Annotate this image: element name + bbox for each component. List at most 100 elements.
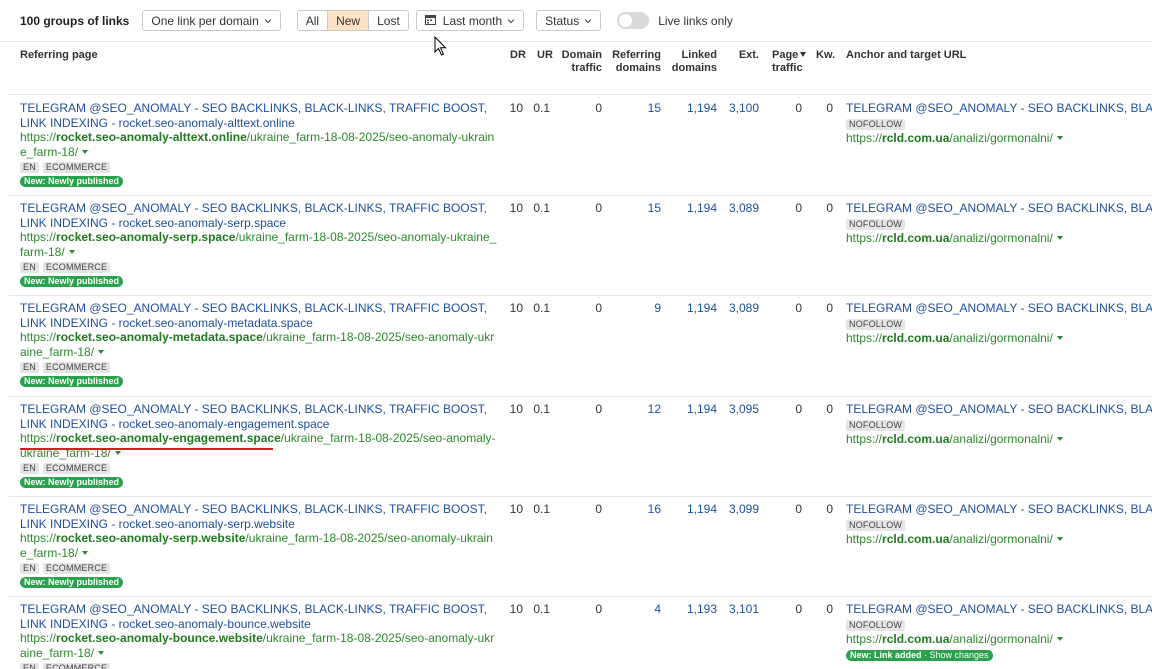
ur-value: 0.1 [533, 301, 550, 315]
nofollow-tag: NOFOLLOW [846, 619, 906, 631]
referring-domains-value[interactable]: 4 [608, 602, 661, 617]
kw-value: 0 [826, 201, 833, 215]
url-menu-caret-icon[interactable] [68, 249, 75, 254]
anchor-cell: TELEGRAM @SEO_ANOMALY - SEO BACKLINKS, B… [846, 402, 1152, 447]
target-prefix: https:// [846, 432, 883, 446]
kw-value: 0 [826, 301, 833, 315]
ext-value[interactable]: 3,089 [722, 301, 759, 316]
url-domain: rocket.seo-anomaly-serp.website [56, 531, 246, 545]
anchor-text-link[interactable]: TELEGRAM @SEO_ANOMALY - SEO BACKLINKS, B… [846, 201, 1152, 216]
grouping-dropdown[interactable]: One link per domain [142, 10, 281, 31]
category-tag: ECOMMERCE [42, 262, 111, 273]
filter-lost-button[interactable]: Lost [369, 11, 408, 30]
target-menu-caret-icon[interactable] [1056, 637, 1063, 641]
dr-value: 10 [509, 301, 523, 315]
anchor-text-link[interactable]: TELEGRAM @SEO_ANOMALY - SEO BACKLINKS, B… [846, 301, 1152, 316]
linked-domains-value[interactable]: 1,193 [668, 602, 717, 617]
target-url-link[interactable]: https://rcld.com.ua/analizi/gormonalni/ [846, 632, 1152, 647]
referring-page-title-link[interactable]: TELEGRAM @SEO_ANOMALY - SEO BACKLINKS, B… [20, 201, 498, 230]
anchor-cell: TELEGRAM @SEO_ANOMALY - SEO BACKLINKS, B… [846, 201, 1152, 246]
target-url-link[interactable]: https://rcld.com.ua/analizi/gormonalni/ [846, 331, 1152, 346]
referring-domains-value[interactable]: 16 [608, 502, 661, 517]
target-menu-caret-icon[interactable] [1056, 336, 1063, 340]
col-referring-page[interactable]: Referring page [20, 49, 98, 62]
referring-page-title-link[interactable]: TELEGRAM @SEO_ANOMALY - SEO BACKLINKS, B… [20, 101, 498, 130]
url-menu-caret-icon[interactable] [82, 149, 89, 154]
anchor-text-link[interactable]: TELEGRAM @SEO_ANOMALY - SEO BACKLINKS, B… [846, 101, 1152, 116]
ext-value[interactable]: 3,099 [722, 502, 759, 517]
status-dropdown[interactable]: Status [536, 10, 602, 31]
kw-value: 0 [826, 502, 833, 516]
url-menu-caret-icon[interactable] [98, 650, 105, 655]
url-domain: rocket.seo-anomaly-alttext.online [56, 130, 247, 144]
referring-page-url-link[interactable]: https://rocket.seo-anomaly-bounce.websit… [20, 631, 498, 660]
domain-traffic-value: 0 [595, 301, 602, 315]
anchor-text-link[interactable]: TELEGRAM @SEO_ANOMALY - SEO BACKLINKS, B… [846, 602, 1152, 617]
referring-page-cell: TELEGRAM @SEO_ANOMALY - SEO BACKLINKS, B… [20, 602, 498, 669]
referring-domains-value[interactable]: 15 [608, 201, 661, 216]
col-ur[interactable]: UR [537, 49, 553, 62]
target-menu-caret-icon[interactable] [1056, 437, 1063, 441]
target-menu-caret-icon[interactable] [1056, 136, 1063, 140]
target-menu-caret-icon[interactable] [1056, 537, 1063, 541]
page-traffic-value: 0 [795, 502, 802, 516]
linked-domains-value[interactable]: 1,194 [668, 301, 717, 316]
anchor-text-link[interactable]: TELEGRAM @SEO_ANOMALY - SEO BACKLINKS, B… [846, 402, 1152, 417]
target-url-link[interactable]: https://rcld.com.ua/analizi/gormonalni/ [846, 432, 1152, 447]
tags: EN ECOMMERCE [20, 563, 498, 574]
col-anchor[interactable]: Anchor and target URL [846, 49, 966, 62]
anchor-text-link[interactable]: TELEGRAM @SEO_ANOMALY - SEO BACKLINKS, B… [846, 502, 1152, 517]
col-referring-domains[interactable]: Referring domains [608, 49, 661, 75]
ext-value[interactable]: 3,100 [722, 101, 759, 116]
filter-new-button[interactable]: New [328, 11, 370, 30]
col-dr[interactable]: DR [510, 49, 526, 62]
referring-page-url-link[interactable]: https://rocket.seo-anomaly-serp.space/uk… [20, 230, 498, 259]
linked-domains-value[interactable]: 1,194 [668, 402, 717, 417]
dr-value: 10 [509, 201, 523, 215]
ext-value[interactable]: 3,089 [722, 201, 759, 216]
referring-page-url-link[interactable]: https://rocket.seo-anomaly-metadata.spac… [20, 330, 498, 359]
target-menu-caret-icon[interactable] [1056, 236, 1063, 240]
referring-domains-value[interactable]: 12 [608, 402, 661, 417]
page-traffic-value: 0 [795, 301, 802, 315]
linked-domains-value[interactable]: 1,194 [668, 101, 717, 116]
target-url-link[interactable]: https://rcld.com.ua/analizi/gormonalni/ [846, 532, 1152, 547]
col-linked-domains[interactable]: Linked domains [668, 49, 717, 75]
status-badge: New: Newly published [20, 376, 124, 387]
col-page-traffic[interactable]: Page traffic [772, 49, 816, 75]
target-url-link[interactable]: https://rcld.com.ua/analizi/gormonalni/ [846, 231, 1152, 246]
language-tag: EN [20, 563, 39, 574]
referring-page-title-link[interactable]: TELEGRAM @SEO_ANOMALY - SEO BACKLINKS, B… [20, 402, 498, 431]
chevron-down-icon [584, 17, 592, 25]
url-menu-caret-icon[interactable] [82, 550, 89, 555]
linked-domains-value[interactable]: 1,194 [668, 201, 717, 216]
col-ext[interactable]: Ext. [730, 49, 759, 62]
anchor-cell: TELEGRAM @SEO_ANOMALY - SEO BACKLINKS, B… [846, 602, 1152, 661]
link-added-badge[interactable]: New: Link added · Show changes [846, 649, 993, 661]
referring-domains-value[interactable]: 15 [608, 101, 661, 116]
period-label: Last month [442, 13, 503, 28]
url-menu-caret-icon[interactable] [98, 349, 105, 354]
col-kw[interactable]: Kw. [816, 49, 835, 62]
target-url-link[interactable]: https://rcld.com.ua/analizi/gormonalni/ [846, 131, 1152, 146]
url-menu-caret-icon[interactable] [114, 450, 121, 455]
col-domain-traffic-line1: Domain [561, 49, 602, 61]
filter-all-button[interactable]: All [298, 11, 329, 30]
show-changes-link[interactable]: · Show changes [922, 650, 989, 660]
col-domain-traffic[interactable]: Domain traffic [556, 49, 602, 75]
referring-page-title-link[interactable]: TELEGRAM @SEO_ANOMALY - SEO BACKLINKS, B… [20, 602, 498, 631]
referring-page-url-link[interactable]: https://rocket.seo-anomaly-engagement.sp… [20, 431, 498, 460]
referring-page-title-link[interactable]: TELEGRAM @SEO_ANOMALY - SEO BACKLINKS, B… [20, 502, 498, 531]
target-domain: rcld.com.ua [882, 231, 950, 245]
referring-page-url-link[interactable]: https://rocket.seo-anomaly-alttext.onlin… [20, 130, 498, 159]
period-dropdown[interactable]: Last month [415, 10, 525, 31]
tags: EN ECOMMERCE [20, 162, 498, 173]
live-links-toggle[interactable] [617, 12, 650, 29]
ext-value[interactable]: 3,101 [722, 602, 759, 617]
referring-domains-value[interactable]: 9 [608, 301, 661, 316]
linked-domains-value[interactable]: 1,194 [668, 502, 717, 517]
referring-page-url-link[interactable]: https://rocket.seo-anomaly-serp.website/… [20, 531, 498, 560]
referring-page-title-link[interactable]: TELEGRAM @SEO_ANOMALY - SEO BACKLINKS, B… [20, 301, 498, 330]
ur-value: 0.1 [533, 101, 550, 115]
ext-value[interactable]: 3,095 [722, 402, 759, 417]
